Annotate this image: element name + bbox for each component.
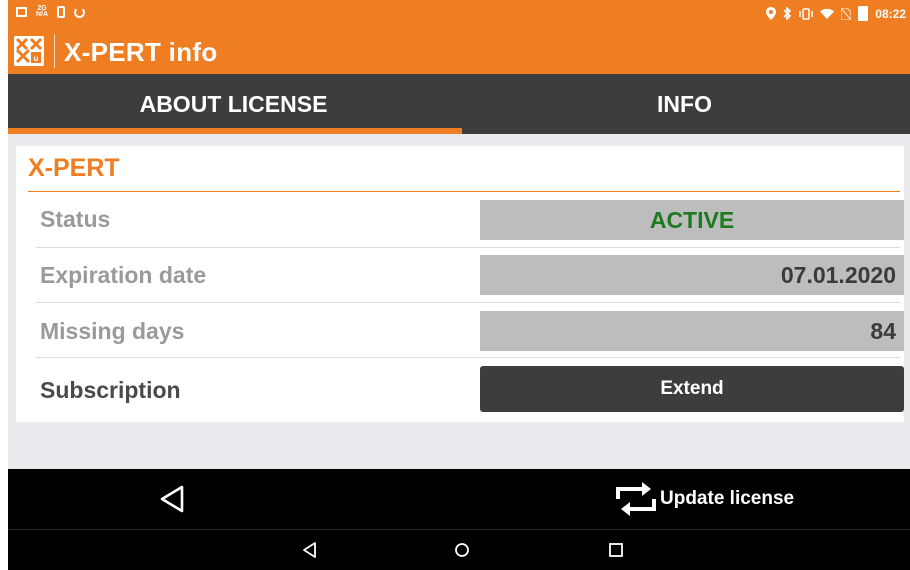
status-bar: 2G N/A 08:22 [8,0,910,28]
gallery-icon [16,7,27,17]
system-nav-bar [8,529,910,570]
app-title: X-PERT info [64,37,218,67]
network-2g-icon: 2G N/A [36,5,49,18]
bluetooth-icon [783,7,792,20]
wifi-icon [820,8,835,19]
vibrate-icon [799,7,814,20]
location-icon [766,7,777,20]
expiration-date-value: 07.01.2020 [480,255,904,295]
nav-home-icon[interactable] [452,540,472,560]
row-separator [36,357,900,358]
card-title: X-PERT [28,154,120,182]
refresh-icon [616,482,656,516]
app-frame: 2G N/A 08:22 u X-PERT info ABOUT LICENSE … [8,0,910,570]
license-card: X-PERT Status ACTIVE Expiration date 07.… [16,146,904,422]
row-separator [36,247,900,248]
sync-icon [74,6,85,18]
missing-days-label: Missing days [40,318,185,344]
status-value: ACTIVE [480,200,904,240]
bottom-action-bar: Update license [8,469,910,529]
status-label: Status [40,206,111,232]
svg-text:u: u [34,54,39,63]
status-bar-time: 08:22 [875,6,906,21]
xpert-logo-icon: u [14,36,44,66]
tab-bar: ABOUT LICENSE INFO [8,74,910,134]
extend-button[interactable]: Extend [480,366,904,412]
app-bar-divider [54,34,55,68]
expiration-date-label: Expiration date [40,262,207,288]
nav-back-icon[interactable] [300,540,320,560]
tab-info[interactable]: INFO [459,74,910,134]
tab-about-license[interactable]: ABOUT LICENSE [8,74,459,134]
no-sim-icon [841,7,852,20]
tab-selected-indicator [8,128,462,134]
app-bar: u X-PERT info [8,28,910,74]
update-license-label: Update license [660,488,795,509]
subscription-label: Subscription [40,377,181,403]
back-arrow-icon[interactable] [156,483,188,515]
missing-days-value: 84 [480,311,904,351]
battery-icon [858,6,869,21]
row-separator [36,302,900,303]
status-bar-left: 2G N/A [16,5,85,18]
clipboard-icon [57,6,65,18]
update-license-button[interactable]: Update license [614,481,794,517]
card-title-rule [28,191,900,192]
status-bar-right: 08:22 [766,6,906,21]
nav-recents-icon[interactable] [606,540,626,560]
